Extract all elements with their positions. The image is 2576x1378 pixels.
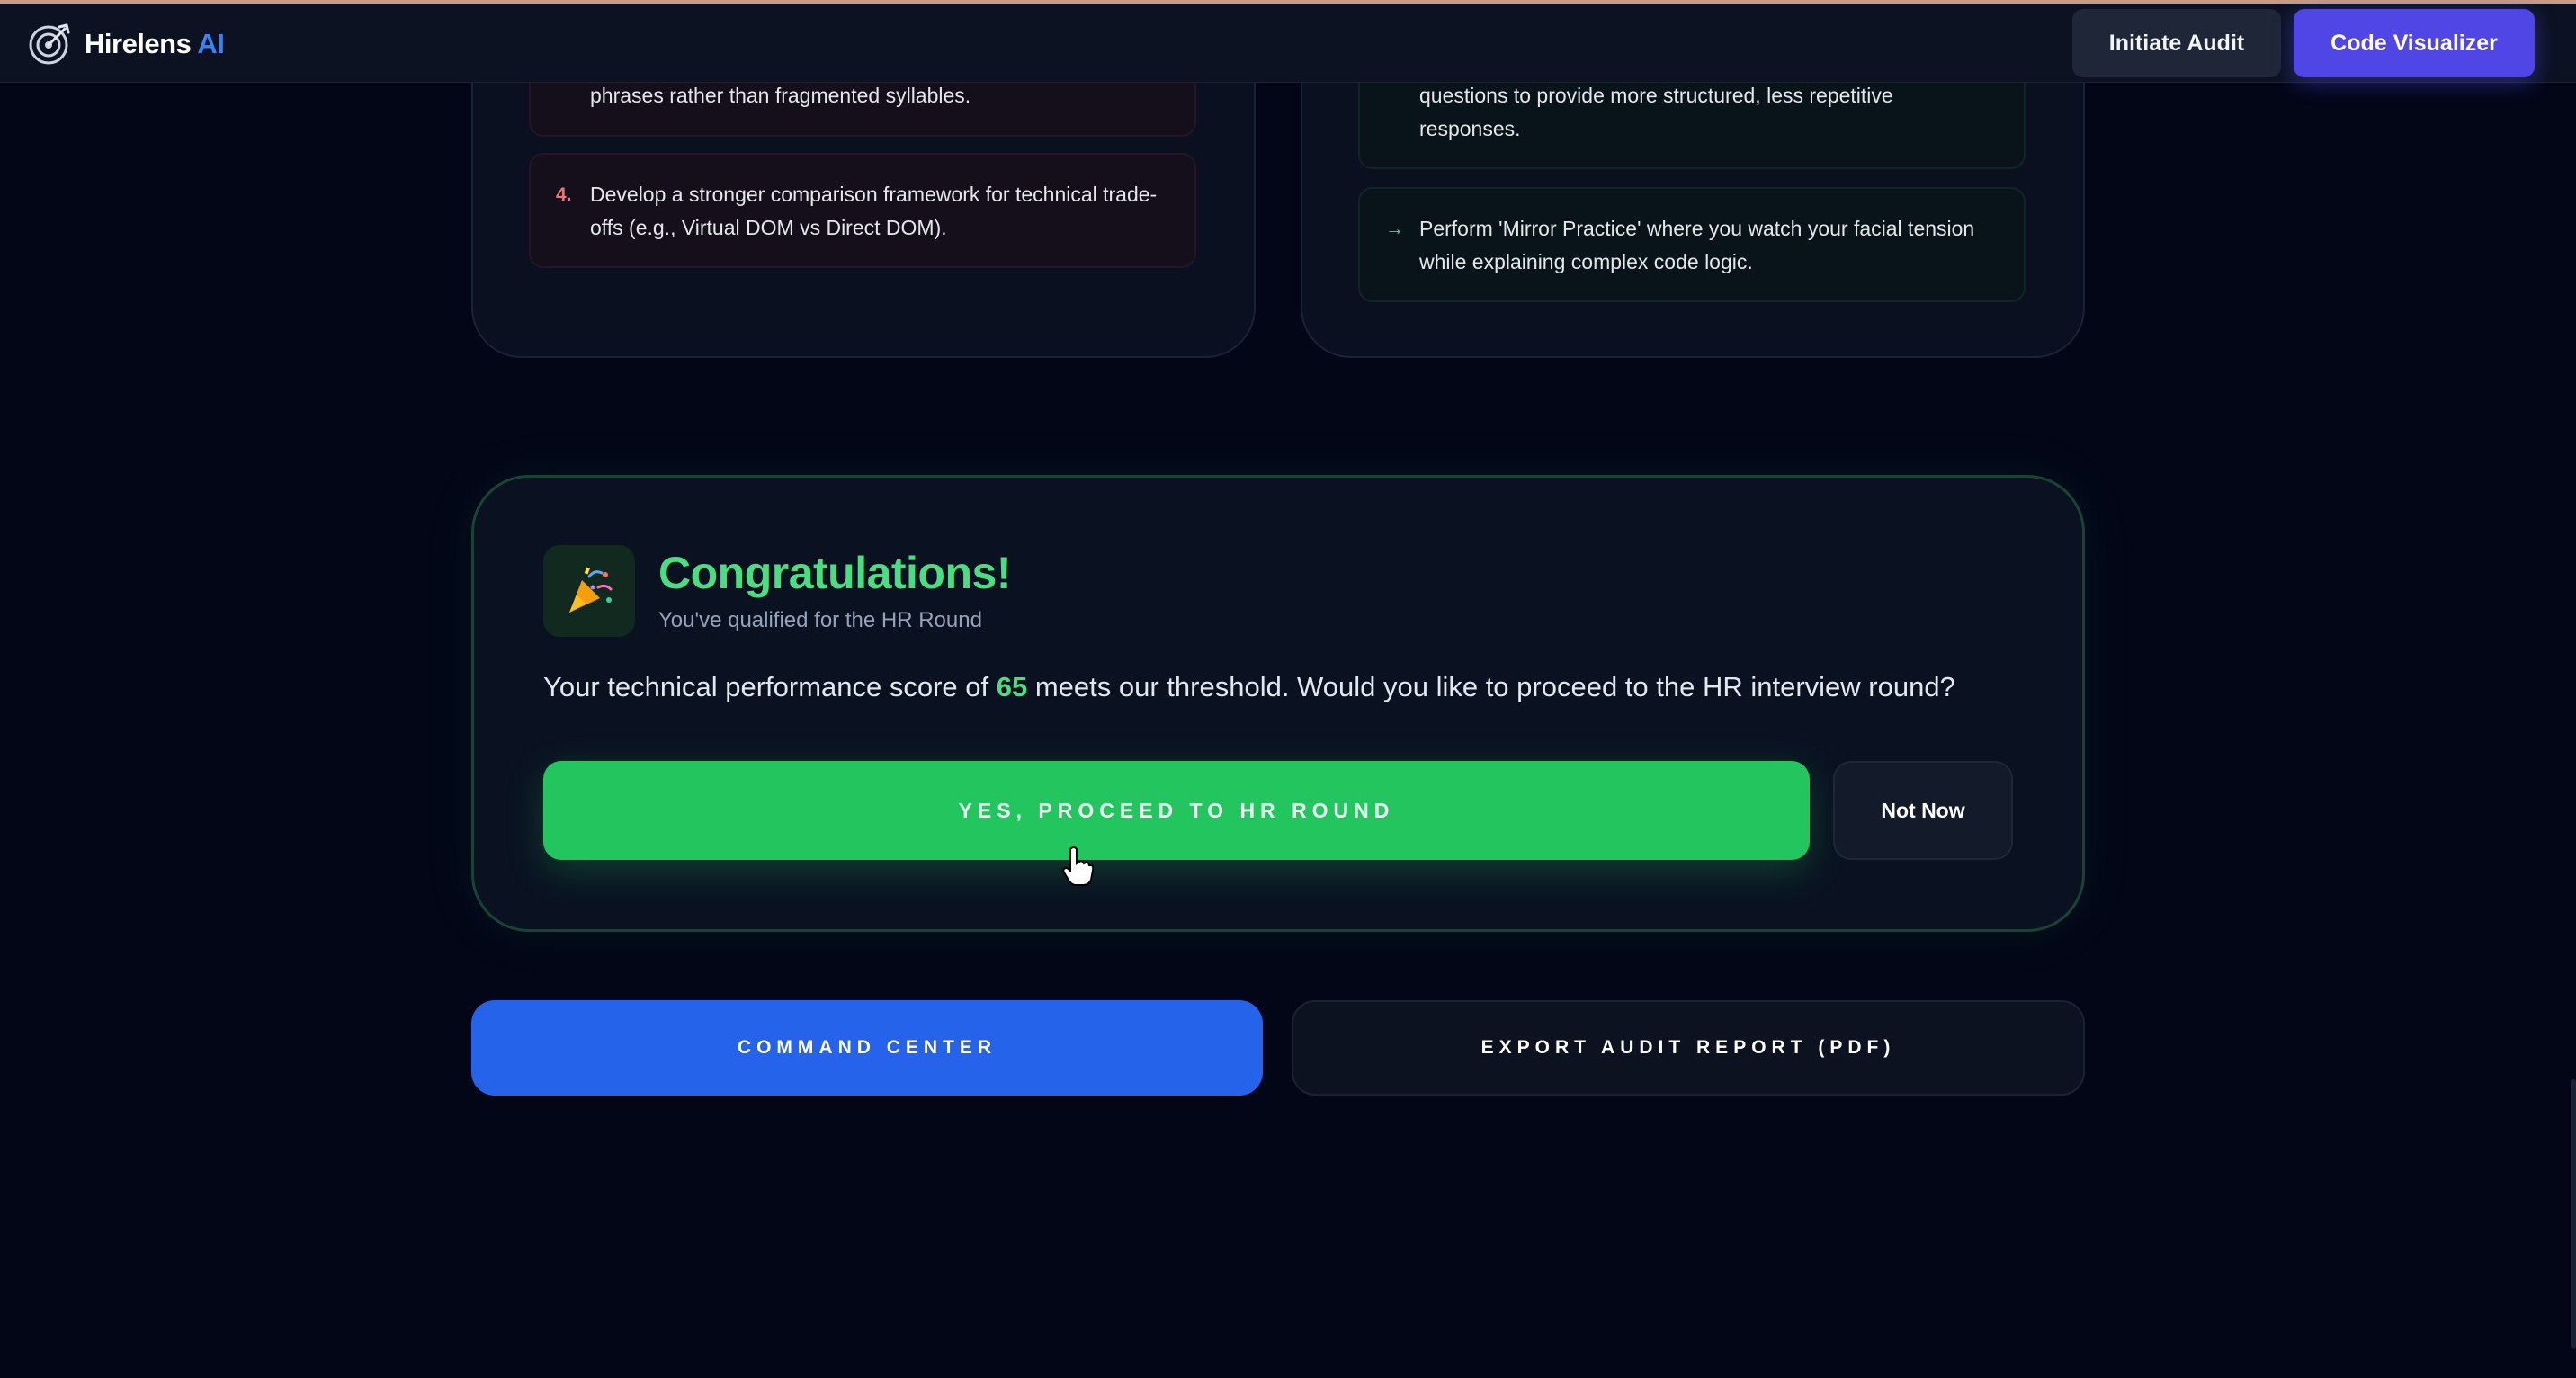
proceed-hr-round-button[interactable]: YES, PROCEED TO HR ROUND (543, 761, 1810, 860)
item-text: phrases rather than fragmented syllables… (590, 84, 971, 107)
export-audit-report-button[interactable]: EXPORT AUDIT REPORT (PDF) (1292, 1000, 2085, 1096)
party-popper-icon (543, 545, 635, 637)
target-icon (29, 23, 70, 65)
top-navbar: Hirelens AI Initiate Audit Code Visualiz… (0, 0, 2576, 83)
item-text: Develop a stronger comparison framework … (590, 183, 1158, 239)
hand-cursor-icon (1062, 846, 1094, 886)
score-message: Your technical performance score of 65 m… (543, 671, 1955, 702)
brand-name: Hirelens AI (85, 28, 225, 59)
congratulations-title: Congratulations! (658, 548, 1011, 598)
command-center-button[interactable]: COMMAND CENTER (471, 1000, 1263, 1096)
item-text: questions to provide more structured, le… (1419, 84, 1893, 140)
item-number: 4. (556, 184, 572, 205)
practice-item: → Perform 'Mirror Practice' where you wa… (1358, 187, 2026, 302)
brand-logo[interactable]: Hirelens AI (27, 20, 225, 68)
initiate-audit-button[interactable]: Initiate Audit (2072, 9, 2281, 77)
not-now-button[interactable]: Not Now (1833, 761, 2013, 860)
item-text: Perform 'Mirror Practice' where you watc… (1419, 217, 1975, 273)
score-value: 65 (996, 671, 1028, 702)
congratulations-subtitle: You've qualified for the HR Round (658, 608, 982, 632)
scrollbar-thumb[interactable] (2571, 1079, 2576, 1349)
arrow-right-icon: → (1385, 219, 1404, 239)
code-visualizer-button[interactable]: Code Visualizer (2294, 9, 2535, 77)
improvement-item: 4. Develop a stronger comparison framewo… (529, 153, 1196, 268)
congratulations-card (471, 475, 2085, 932)
